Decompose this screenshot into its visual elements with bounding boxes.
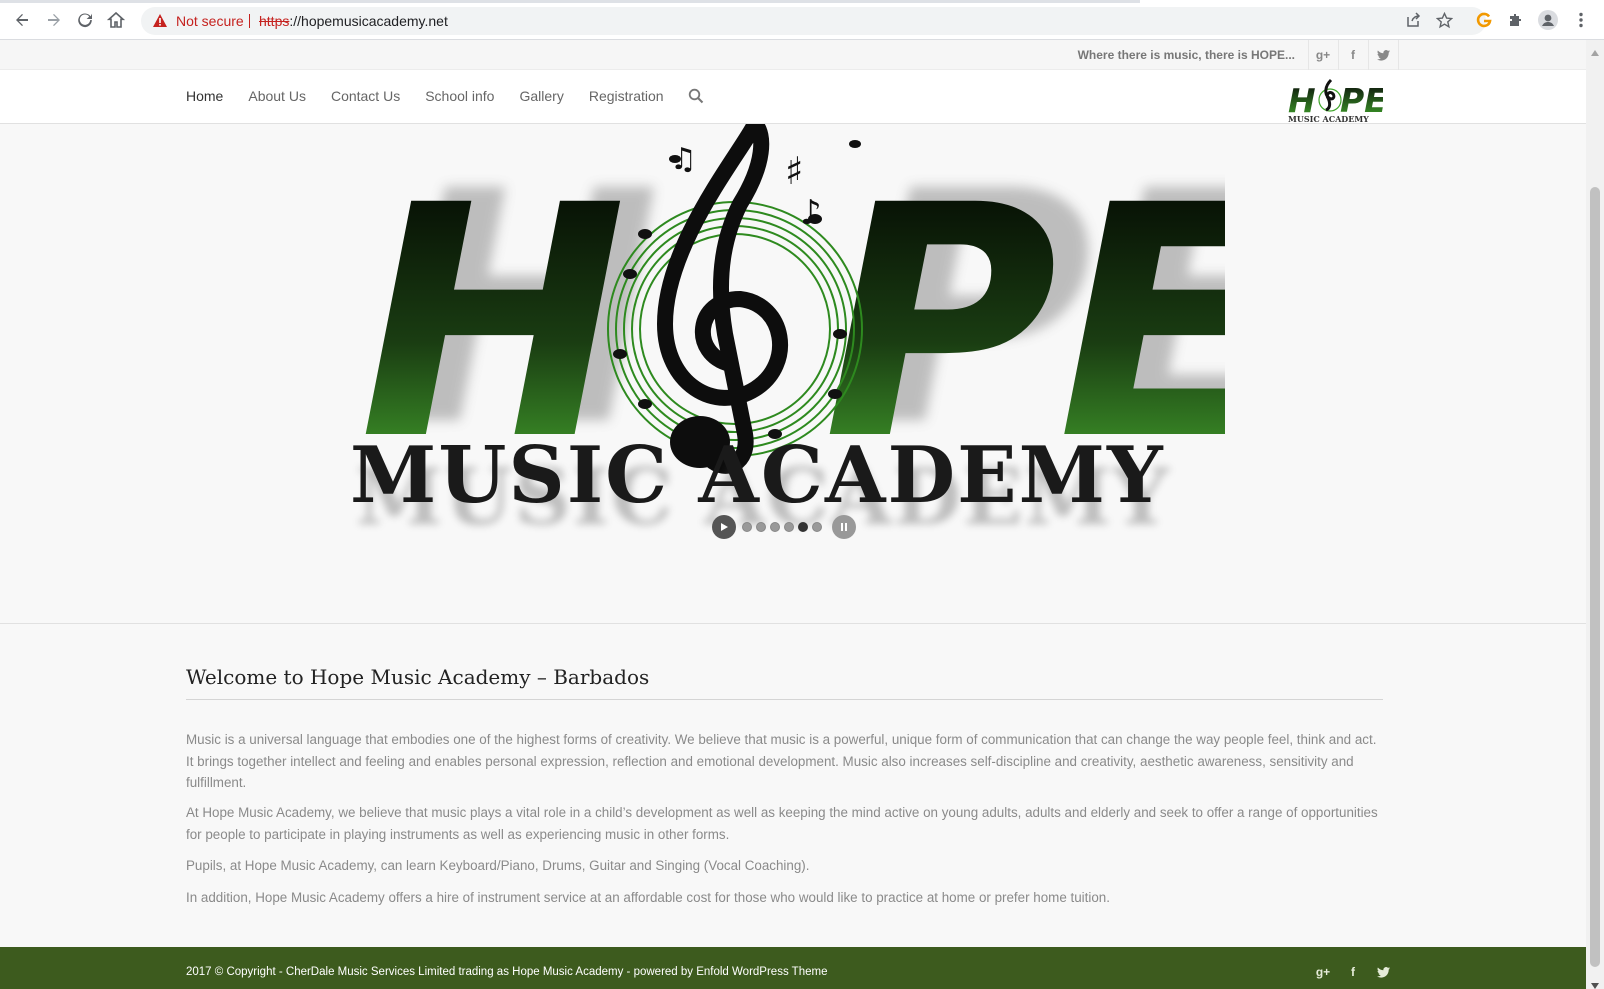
forward-icon[interactable] — [42, 8, 66, 32]
slide-dot-1[interactable] — [742, 522, 752, 532]
page-scrollbar[interactable] — [1586, 40, 1604, 989]
reload-icon[interactable] — [73, 8, 97, 32]
footer: 2017 © Copyright - CherDale Music Servic… — [0, 947, 1586, 989]
social-divider — [1398, 40, 1399, 70]
svg-text:MUSIC ACADEMY: MUSIC ACADEMY — [1288, 114, 1369, 124]
header-meta-bar: Where there is music, there is HOPE... g… — [0, 40, 1586, 70]
paragraph-hire: In addition, Hope Music Academy offers a… — [186, 890, 1110, 905]
slide-dot-6[interactable] — [812, 522, 822, 532]
url-text[interactable]: https://hopemusicacademy.net — [259, 13, 448, 29]
nav-about-us[interactable]: About Us — [248, 88, 306, 104]
facebook-icon[interactable]: f — [1344, 963, 1362, 981]
slide-dot-2[interactable] — [756, 522, 766, 532]
share-icon[interactable] — [1402, 9, 1424, 31]
slider-controls — [712, 514, 856, 540]
extension-g-icon[interactable] — [1473, 9, 1495, 31]
puzzle-icon[interactable] — [1505, 9, 1527, 31]
nav-gallery[interactable]: Gallery — [519, 88, 563, 104]
menu: Home About Us Contact Us School info Gal… — [186, 88, 689, 104]
tagline: Where there is music, there is HOPE... — [1077, 48, 1295, 62]
slide-dot-5[interactable] — [798, 522, 808, 532]
scroll-down-icon[interactable] — [1590, 977, 1600, 989]
slide-dot-4[interactable] — [784, 522, 794, 532]
facebook-icon[interactable]: f — [1344, 46, 1362, 64]
google-plus-icon[interactable]: g+ — [1314, 46, 1332, 64]
url-host: ://hopemusicacademy.net — [289, 13, 448, 29]
paragraph-intro: Music is a universal language that embod… — [186, 732, 1377, 790]
svg-text:♯: ♯ — [785, 149, 803, 193]
svg-text:MUSIC ACADEMY: MUSIC ACADEMY — [350, 430, 1165, 521]
twitter-icon[interactable] — [1374, 963, 1392, 981]
nav-school-info[interactable]: School info — [425, 88, 494, 104]
site-logo[interactable]: H PE MUSIC ACADEMY — [1287, 70, 1387, 124]
not-secure-label[interactable]: Not secure — [176, 13, 244, 29]
page-viewport: Where there is music, there is HOPE... g… — [0, 40, 1586, 989]
nav-home[interactable]: Home — [186, 88, 223, 104]
hero-logo-image: H PE H PE — [345, 116, 1311, 543]
nav-registration[interactable]: Registration — [589, 88, 664, 104]
star-icon[interactable] — [1433, 9, 1455, 31]
social-divider — [1308, 40, 1309, 70]
paragraph-belief: At Hope Music Academy, we believe that m… — [186, 805, 1378, 842]
page-title: Welcome to Hope Music Academy – Barbados — [186, 665, 650, 689]
profile-icon[interactable] — [1537, 9, 1559, 31]
nav-contact-us[interactable]: Contact Us — [331, 88, 400, 104]
slide-dot-3[interactable] — [770, 522, 780, 532]
home-icon[interactable] — [104, 8, 128, 32]
play-icon[interactable] — [712, 515, 736, 539]
footer-copyright: 2017 © Copyright - CherDale Music Servic… — [186, 966, 828, 978]
hero-slider: H PE H PE — [0, 116, 1586, 624]
url-protocol: https — [259, 13, 290, 29]
search-icon[interactable] — [688, 88, 704, 104]
scroll-up-icon[interactable] — [1590, 44, 1600, 56]
social-divider — [1368, 40, 1369, 70]
google-plus-icon[interactable]: g+ — [1314, 963, 1332, 981]
omnibox-separator — [249, 14, 250, 28]
svg-text:♫: ♫ — [670, 142, 697, 177]
tab-strip-edge — [0, 0, 1140, 3]
warning-icon[interactable] — [152, 13, 168, 33]
scroll-thumb[interactable] — [1590, 187, 1600, 967]
address-bar[interactable]: Not secure https://hopemusicacademy.net — [141, 7, 1486, 35]
twitter-icon[interactable] — [1374, 46, 1392, 64]
pause-icon[interactable] — [832, 515, 856, 539]
back-icon[interactable] — [10, 8, 34, 32]
title-divider — [186, 699, 1383, 700]
kebab-menu-icon[interactable] — [1570, 9, 1592, 31]
main-navigation: Home About Us Contact Us School info Gal… — [0, 70, 1586, 124]
svg-text:♪: ♪ — [800, 193, 822, 233]
paragraph-pupils: Pupils, at Hope Music Academy, can learn… — [186, 858, 810, 873]
social-divider — [1338, 40, 1339, 70]
browser-toolbar: Not secure https://hopemusicacademy.net — [0, 0, 1604, 40]
